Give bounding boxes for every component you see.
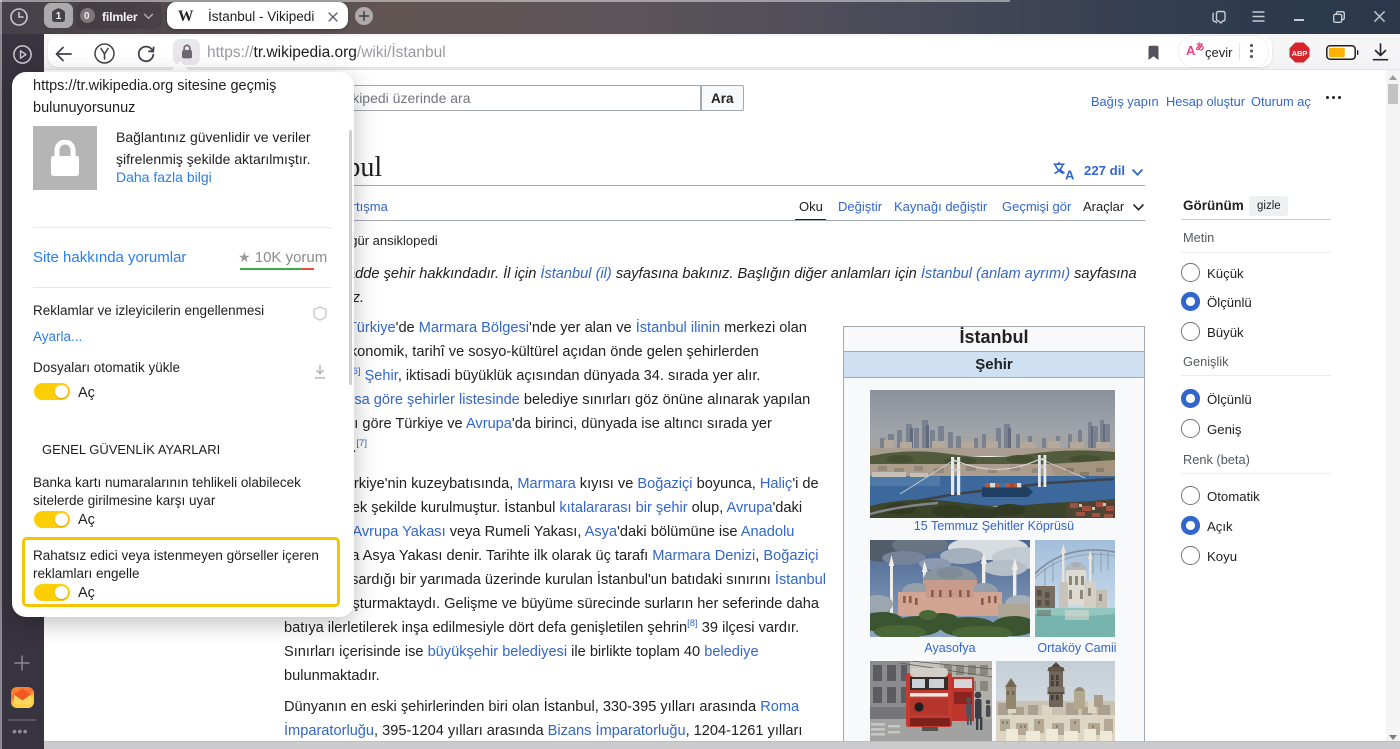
svg-text:1: 1: [56, 11, 62, 22]
svg-text:A: A: [1065, 168, 1074, 181]
svg-text:ABP: ABP: [1292, 49, 1308, 58]
